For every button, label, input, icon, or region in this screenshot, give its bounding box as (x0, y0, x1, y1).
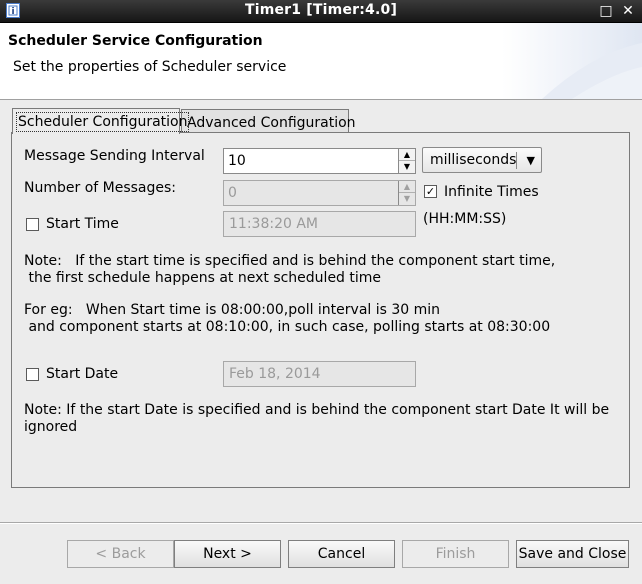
note-line: Note: If the start Date is specified and… (24, 402, 610, 418)
cancel-button[interactable]: Cancel (288, 540, 395, 568)
messages-spinner: ▲ ▼ (223, 180, 416, 206)
note-line: and component starts at 08:10:00, in suc… (24, 319, 551, 335)
spin-down-icon[interactable]: ▼ (399, 161, 415, 173)
tab-scheduler-configuration[interactable]: Scheduler Configuration (12, 108, 190, 134)
note-line: For eg: When Start time is 08:00:00,poll… (24, 302, 441, 318)
start-date-checkbox[interactable] (26, 368, 39, 381)
infinite-times-label: Infinite Times (444, 184, 539, 200)
spinner-arrows: ▲ ▼ (398, 181, 415, 205)
messages-label: Number of Messages: (24, 180, 177, 196)
start-time-field: 11:38:20 AM (223, 211, 416, 237)
messages-input (224, 181, 398, 205)
start-date-field: Feb 18, 2014 (223, 361, 416, 387)
spin-down-icon: ▼ (403, 194, 411, 203)
header-decoration (502, 23, 642, 99)
title-bar: i Timer1 [Timer:4.0] □ ✕ (0, 0, 642, 23)
save-and-close-button[interactable]: Save and Close (516, 540, 629, 568)
start-time-label: Start Time (46, 216, 119, 232)
footer-divider-highlight (0, 523, 642, 524)
interval-input[interactable] (224, 149, 398, 173)
tab-label: Scheduler Configuration (15, 112, 190, 132)
page-title: Scheduler Service Configuration (8, 33, 263, 49)
example-note: For eg: When Start time is 08:00:00,poll… (24, 302, 550, 336)
start-date-label: Start Date (46, 366, 119, 382)
dropdown-arrow-icon: ▼ (526, 154, 535, 167)
close-icon[interactable]: ✕ (620, 3, 636, 19)
infinite-times-checkbox[interactable]: ✓ (424, 185, 437, 198)
interval-spinner[interactable]: ▲ ▼ (223, 148, 416, 174)
start-time-note: Note: If the start time is specified and… (24, 253, 555, 287)
tab-advanced-configuration[interactable]: Advanced Configuration (181, 109, 356, 133)
next-button[interactable]: Next > (174, 540, 281, 568)
spin-up-icon[interactable]: ▲ (399, 149, 415, 161)
interval-unit-select[interactable]: milliseconds ▼ (422, 147, 542, 173)
tab-label: Advanced Configuration (187, 115, 356, 131)
time-format-hint: (HH:MM:SS) (423, 211, 507, 227)
note-line: the first schedule happens at next sched… (24, 270, 382, 286)
start-time-checkbox[interactable] (26, 218, 39, 231)
start-date-note: Note: If the start Date is specified and… (24, 402, 609, 436)
interval-label: Message Sending Interval (24, 148, 205, 164)
minimize-icon[interactable]: □ (598, 3, 614, 19)
note-line: ignored (24, 419, 78, 435)
spin-up-icon: ▲ (399, 181, 415, 193)
interval-unit-value: milliseconds (430, 152, 517, 168)
back-button: < Back (67, 540, 174, 568)
spinner-arrows: ▲ ▼ (398, 149, 415, 173)
wizard-header: Scheduler Service Configuration Set the … (0, 23, 642, 100)
window-title: Timer1 [Timer:4.0] (244, 2, 398, 18)
combo-separator (516, 152, 517, 169)
page-subtitle: Set the properties of Scheduler service (13, 59, 287, 75)
note-line: Note: If the start time is specified and… (24, 253, 556, 269)
finish-button: Finish (402, 540, 509, 568)
